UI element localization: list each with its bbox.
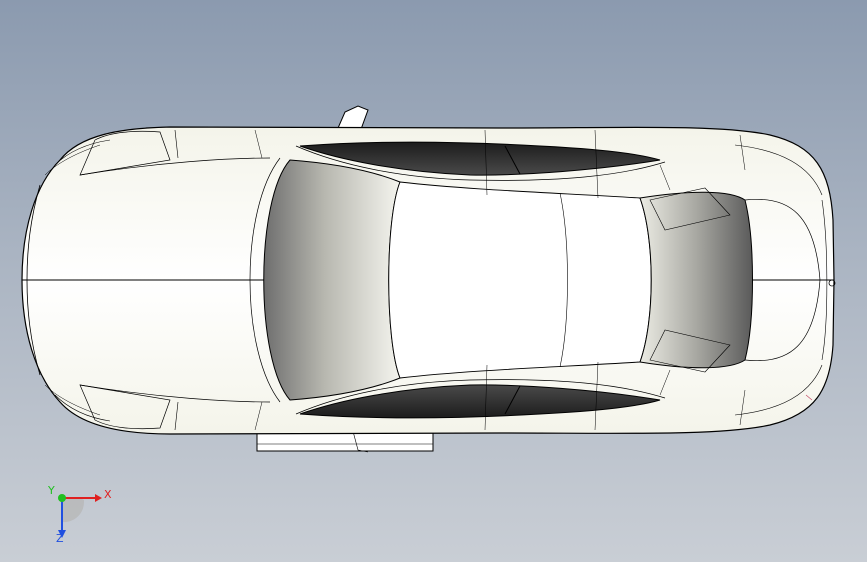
y-axis: [58, 494, 66, 502]
triad-shade: [62, 497, 85, 523]
y-axis-label: Y: [47, 484, 55, 497]
cad-viewport[interactable]: X Y Z: [0, 0, 867, 562]
z-axis-label: Z: [56, 532, 64, 545]
car-model[interactable]: [0, 0, 867, 562]
axis-triad: X Y Z: [47, 484, 112, 545]
x-axis-label: X: [104, 488, 112, 501]
x-axis-arrow: [95, 494, 102, 502]
car-body[interactable]: [21, 126, 836, 435]
